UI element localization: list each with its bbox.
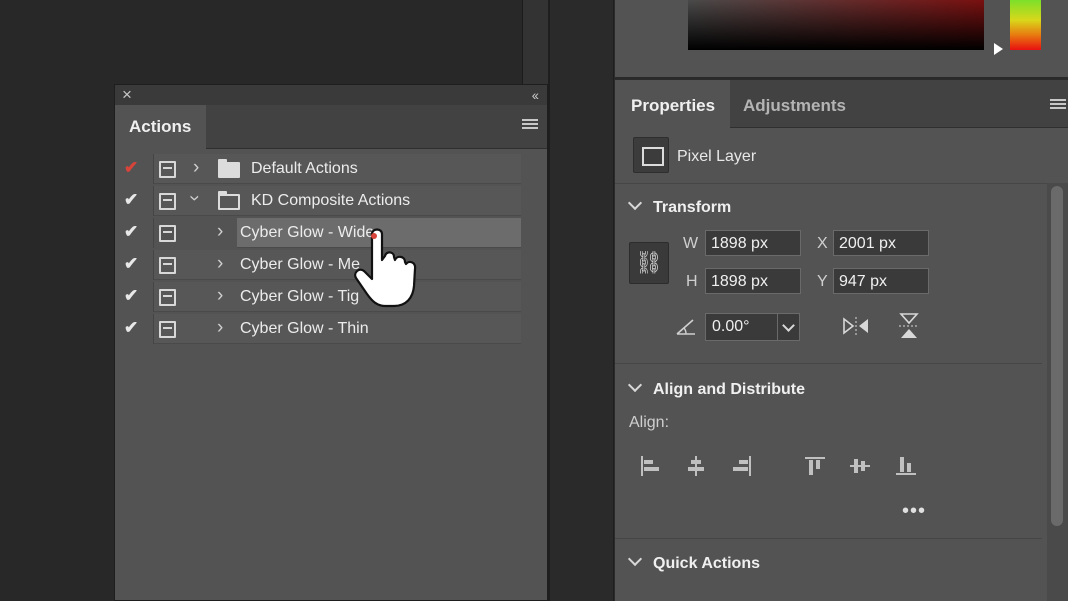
- action-row[interactable]: ✔ › Cyber Glow - Thin: [115, 314, 521, 345]
- chevron-right-icon[interactable]: ›: [193, 157, 199, 179]
- chevron-right-icon[interactable]: ›: [217, 221, 223, 243]
- layer-type-row: Pixel Layer: [615, 128, 1068, 184]
- folder-icon: [218, 159, 240, 178]
- action-set-row[interactable]: ✔ › Default Actions: [115, 154, 521, 185]
- action-row[interactable]: ✔ › Cyber Glow - Wide: [115, 218, 521, 249]
- align-vertical-centers-icon[interactable]: [849, 455, 871, 477]
- height-label: H: [686, 273, 698, 290]
- toggle-check-icon[interactable]: ✔: [124, 286, 138, 306]
- align-section-header[interactable]: Align and Distribute: [627, 377, 805, 399]
- chevron-right-icon[interactable]: ›: [217, 253, 223, 275]
- actions-panel: × ‹‹ Actions ✔ › Default Actions ✔ › KD …: [114, 84, 548, 601]
- more-options-icon[interactable]: •••: [902, 500, 926, 523]
- action-row[interactable]: ✔ › Cyber Glow - Tig: [115, 282, 521, 313]
- chevron-down-icon[interactable]: ›: [183, 195, 205, 201]
- collapse-panel-icon[interactable]: ‹‹: [532, 86, 539, 104]
- width-label: W: [683, 235, 699, 252]
- column-separator: [153, 282, 154, 312]
- link-dimensions-icon[interactable]: ⛓: [629, 242, 669, 284]
- dialog-toggle-icon[interactable]: [159, 193, 176, 210]
- column-separator: [153, 154, 154, 184]
- width-input[interactable]: 1898 px: [705, 230, 801, 256]
- section-title: Quick Actions: [653, 555, 760, 572]
- dialog-toggle-icon[interactable]: [159, 161, 176, 178]
- toggle-check-icon[interactable]: ✔: [124, 158, 138, 178]
- flip-horizontal-icon[interactable]: [842, 316, 870, 336]
- dialog-toggle-icon[interactable]: [159, 321, 176, 338]
- align-bottom-edges-icon[interactable]: [895, 455, 917, 477]
- toggle-check-icon[interactable]: ✔: [124, 318, 138, 338]
- action-set-label: KD Composite Actions: [251, 192, 411, 209]
- panel-divider: [548, 0, 614, 601]
- section-divider: [615, 538, 1042, 539]
- transform-section-header[interactable]: Transform: [627, 195, 732, 217]
- properties-scrollbar[interactable]: [1047, 183, 1068, 601]
- column-separator: [153, 250, 154, 280]
- angle-value: 0.00°: [712, 318, 750, 335]
- align-left-edges-icon[interactable]: [639, 455, 661, 477]
- hue-pointer-icon[interactable]: [994, 43, 1003, 55]
- action-label: Cyber Glow - Tig: [240, 288, 360, 305]
- dialog-toggle-icon[interactable]: [159, 257, 176, 274]
- color-picker-panel: [615, 0, 1068, 79]
- hand-pointer-cursor-icon: [354, 228, 417, 308]
- actions-tabbar: Actions: [115, 105, 547, 149]
- action-label: Cyber Glow - Me: [240, 256, 361, 273]
- action-set-label: Default Actions: [251, 160, 358, 177]
- section-title: Transform: [653, 199, 732, 216]
- angle-icon: [676, 319, 695, 335]
- properties-panel: Properties Adjustments Pixel Layer Trans…: [615, 80, 1068, 601]
- tab-adjustments[interactable]: Adjustments: [730, 80, 860, 128]
- chevron-down-icon: [627, 551, 643, 567]
- canvas-scroll-strip: [522, 0, 548, 84]
- hue-slider[interactable]: [1010, 0, 1041, 50]
- toggle-check-icon[interactable]: ✔: [124, 190, 138, 210]
- panel-menu-icon[interactable]: [522, 119, 538, 133]
- chevron-right-icon[interactable]: ›: [217, 285, 223, 307]
- y-label: Y: [817, 273, 828, 290]
- toggle-check-icon[interactable]: ✔: [124, 222, 138, 242]
- close-icon[interactable]: ×: [122, 86, 132, 104]
- section-divider: [615, 363, 1042, 364]
- action-label: Cyber Glow - Thin: [240, 320, 369, 337]
- folder-open-icon: [218, 191, 240, 210]
- color-field[interactable]: [688, 0, 984, 50]
- actions-panel-titlebar: × ‹‹: [115, 85, 547, 105]
- scrollbar-thumb[interactable]: [1051, 186, 1063, 526]
- chevron-down-icon[interactable]: [777, 314, 799, 340]
- flip-vertical-icon[interactable]: [898, 312, 920, 340]
- layer-type-label: Pixel Layer: [677, 148, 757, 165]
- properties-tabbar: Properties Adjustments: [615, 80, 1068, 128]
- align-label: Align:: [629, 414, 670, 431]
- x-label: X: [817, 235, 828, 252]
- dialog-toggle-icon[interactable]: [159, 225, 176, 242]
- align-right-edges-icon[interactable]: [731, 455, 753, 477]
- action-row[interactable]: ✔ › Cyber Glow - Me: [115, 250, 521, 281]
- column-separator: [153, 314, 154, 344]
- section-title: Align and Distribute: [653, 381, 805, 398]
- chevron-down-icon: [627, 377, 643, 393]
- align-horizontal-centers-icon[interactable]: [685, 455, 707, 477]
- column-separator: [153, 186, 154, 216]
- dialog-toggle-icon[interactable]: [159, 289, 176, 306]
- toggle-check-icon[interactable]: ✔: [124, 254, 138, 274]
- pixel-layer-icon: [633, 137, 669, 173]
- y-position-input[interactable]: 947 px: [833, 268, 929, 294]
- height-input[interactable]: 1898 px: [705, 268, 801, 294]
- tab-actions[interactable]: Actions: [115, 105, 206, 149]
- panel-menu-icon[interactable]: [1050, 99, 1066, 113]
- action-set-row[interactable]: ✔ › KD Composite Actions: [115, 186, 521, 217]
- x-position-input[interactable]: 2001 px: [833, 230, 929, 256]
- chevron-down-icon: [627, 195, 643, 211]
- align-top-edges-icon[interactable]: [804, 455, 826, 477]
- column-separator: [153, 218, 154, 248]
- tab-properties[interactable]: Properties: [615, 80, 730, 128]
- chevron-right-icon[interactable]: ›: [217, 317, 223, 339]
- angle-dropdown[interactable]: 0.00°: [705, 313, 800, 341]
- quick-actions-section-header[interactable]: Quick Actions: [627, 551, 760, 573]
